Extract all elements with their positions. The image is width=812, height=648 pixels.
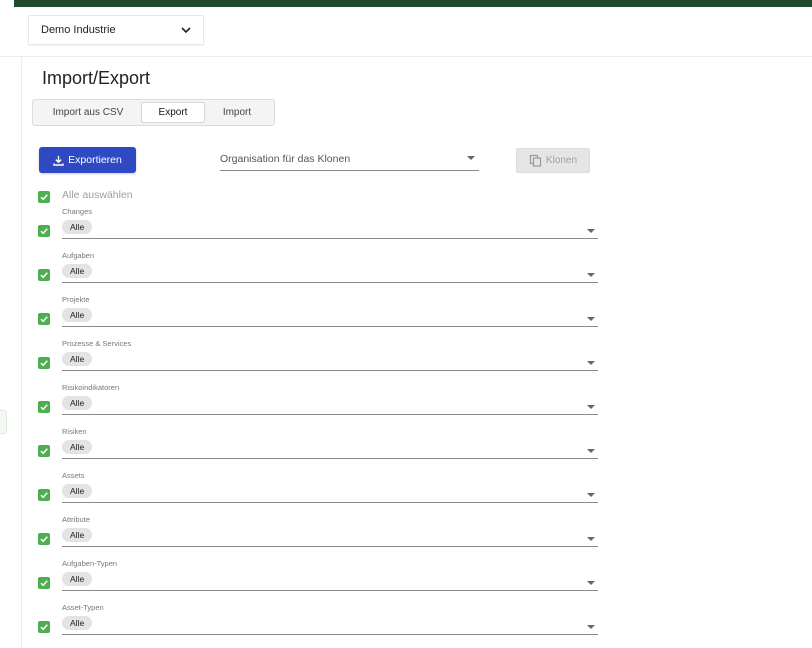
- row-select[interactable]: Alle: [62, 396, 598, 415]
- row-select[interactable]: Alle: [62, 308, 598, 327]
- dropdown-arrow-icon: [587, 581, 595, 585]
- value-chip: Alle: [62, 396, 93, 410]
- check-icon: [40, 272, 48, 279]
- tab-import-csv[interactable]: Import aus CSV: [35, 102, 141, 123]
- value-chip: Alle: [62, 264, 93, 278]
- tab-bar: Import aus CSV Export Import: [32, 99, 275, 126]
- row-checkbox[interactable]: [38, 533, 50, 545]
- export-button-label: Exportieren: [68, 154, 122, 166]
- row-label: Attribute: [62, 515, 90, 524]
- row-label: Changes: [62, 207, 93, 216]
- row-select[interactable]: Alle: [62, 616, 598, 635]
- row-select[interactable]: Alle: [62, 484, 598, 503]
- top-brand-bar: [14, 0, 812, 7]
- dropdown-arrow-icon: [587, 405, 595, 409]
- download-icon: [53, 155, 64, 166]
- tab-import[interactable]: Import: [205, 102, 269, 123]
- row-label: Aufgaben: [62, 251, 95, 260]
- check-icon: [40, 580, 48, 587]
- row-checkbox[interactable]: [38, 225, 50, 237]
- clone-organization-placeholder: Organisation für das Klonen: [220, 153, 351, 165]
- value-chip: Alle: [62, 352, 93, 366]
- dropdown-arrow-icon: [587, 449, 595, 453]
- row-label: Assets: [62, 471, 85, 480]
- export-button[interactable]: Exportieren: [39, 147, 136, 173]
- dropdown-arrow-icon: [587, 493, 595, 497]
- check-icon: [40, 316, 48, 323]
- row-checkbox[interactable]: [38, 313, 50, 325]
- row-select[interactable]: Alle: [62, 440, 598, 459]
- row-label: Projekte: [62, 295, 90, 304]
- value-chip: Alle: [62, 484, 93, 498]
- check-icon: [40, 194, 48, 201]
- row-label: Aufgaben-Typen: [62, 559, 118, 568]
- value-chip: Alle: [62, 528, 93, 542]
- row-select[interactable]: Alle: [62, 264, 598, 283]
- dropdown-arrow-icon: [587, 625, 595, 629]
- row-checkbox[interactable]: [38, 489, 50, 501]
- sidebar-handle[interactable]: [0, 410, 7, 434]
- clone-organization-select[interactable]: Organisation für das Klonen: [220, 148, 479, 171]
- select-all-label: Alle auswählen: [62, 189, 133, 201]
- check-icon: [40, 360, 48, 367]
- chevron-down-icon: [181, 26, 191, 34]
- row-select[interactable]: Alle: [62, 528, 598, 547]
- select-all-checkbox[interactable]: [38, 191, 50, 203]
- value-chip: Alle: [62, 220, 93, 234]
- dropdown-arrow-icon: [587, 537, 595, 541]
- row-select[interactable]: Alle: [62, 352, 598, 371]
- row-select[interactable]: Alle: [62, 572, 598, 591]
- row-label: Risiken: [62, 427, 87, 436]
- dropdown-arrow-icon: [587, 229, 595, 233]
- value-chip: Alle: [62, 308, 93, 322]
- row-checkbox[interactable]: [38, 401, 50, 413]
- check-icon: [40, 624, 48, 631]
- check-icon: [40, 448, 48, 455]
- value-chip: Alle: [62, 440, 93, 454]
- tab-export[interactable]: Export: [141, 102, 205, 123]
- check-icon: [40, 536, 48, 543]
- check-icon: [40, 228, 48, 235]
- clone-button-label: Klonen: [545, 155, 578, 166]
- row-checkbox[interactable]: [38, 621, 50, 633]
- row-checkbox[interactable]: [38, 445, 50, 457]
- dropdown-arrow-icon: [587, 273, 595, 277]
- value-chip: Alle: [62, 572, 93, 586]
- row-checkbox[interactable]: [38, 357, 50, 369]
- organization-name: Demo Industrie: [41, 24, 116, 36]
- clone-button[interactable]: Klonen: [516, 148, 590, 173]
- organization-select[interactable]: Demo Industrie: [28, 15, 204, 45]
- copy-icon: [529, 154, 542, 167]
- dropdown-arrow-icon: [467, 156, 475, 160]
- row-select[interactable]: Alle: [62, 220, 598, 239]
- row-label: Asset-Typen: [62, 603, 104, 612]
- check-icon: [40, 404, 48, 411]
- check-icon: [40, 492, 48, 499]
- page-title: Import/Export: [42, 68, 151, 88]
- value-chip: Alle: [62, 616, 93, 630]
- row-checkbox[interactable]: [38, 269, 50, 281]
- row-label: Prozesse & Services: [62, 339, 132, 348]
- row-label: Risikoindikatoren: [62, 383, 120, 392]
- organization-bar: Demo Industrie: [0, 7, 812, 57]
- dropdown-arrow-icon: [587, 361, 595, 365]
- dropdown-arrow-icon: [587, 317, 595, 321]
- row-checkbox[interactable]: [38, 577, 50, 589]
